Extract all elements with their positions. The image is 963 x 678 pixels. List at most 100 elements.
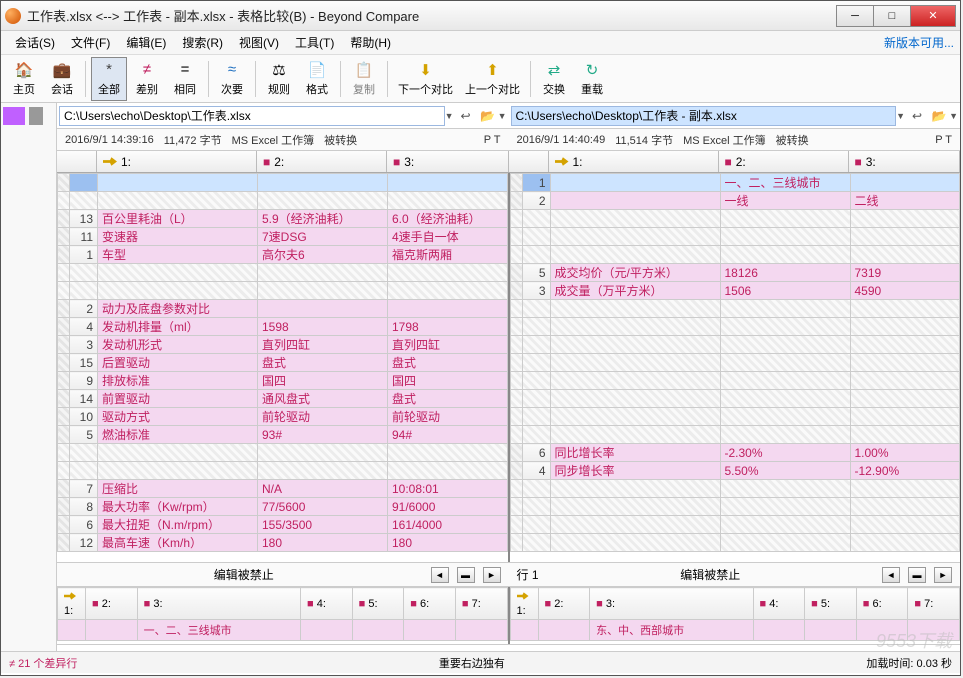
app-icon [5,8,21,24]
table-row[interactable]: 10驱动方式前轮驱动前轮驱动 [58,408,508,426]
table-row[interactable] [510,498,960,516]
prev-button[interactable]: ◄ [431,567,449,583]
swap-icon: ⇄ [545,61,563,79]
filter-minor-button[interactable]: ≈次要 [214,57,250,101]
table-row[interactable]: 3发动机形式直列四缸直列四缸 [58,336,508,354]
swap-label: 交换 [543,81,565,97]
center-button[interactable]: ▬ [908,567,926,583]
separator [208,61,209,97]
right-detail-pane[interactable]: 1:■ 2:■ 3:■ 4:■ 5:■ 6:■ 7:东、中、西部城市 [508,587,961,644]
center-button[interactable]: ▬ [457,567,475,583]
table-row[interactable] [58,192,508,210]
right-grid-pane[interactable]: 1一、二、三线城市2一线二线 5成交均价（元/平方米）1812673193成交量（… [508,173,961,562]
table-row[interactable] [58,282,508,300]
menu-view[interactable]: 视图(V) [231,32,287,53]
key-icon [555,155,569,169]
home-button[interactable]: 🏠主页 [6,57,42,101]
right-path-input[interactable] [511,106,897,126]
left-detail-pane[interactable]: 1:■ 2:■ 3:■ 4:■ 5:■ 6:■ 7:一、二、三线城市 [57,587,508,644]
status-bar: ≠ 21 个差异行 重要右边独有 加载时间: 0.03 秒 [1,651,960,673]
table-row[interactable]: 9排放标准国四国四 [58,372,508,390]
copy-button[interactable]: 📋复制 [346,57,382,101]
format-button[interactable]: 📄格式 [299,57,335,101]
equal-icon: = [176,61,194,79]
tab-marker-icon[interactable] [29,107,43,125]
table-row[interactable] [58,174,508,192]
filter-same-button[interactable]: =相同 [167,57,203,101]
menu-file[interactable]: 文件(F) [63,32,118,53]
filter-diff-button[interactable]: ≠差别 [129,57,165,101]
column-header[interactable]: ■ 3: [387,151,509,172]
table-row[interactable] [58,264,508,282]
table-row[interactable]: 12最高车速（Km/h）180180 [58,534,508,552]
menu-session[interactable]: 会话(S) [7,32,63,53]
next-button[interactable]: ► [934,567,952,583]
table-row[interactable] [510,318,960,336]
table-row[interactable] [510,516,960,534]
table-row[interactable]: 5成交均价（元/平方米）181267319 [510,264,960,282]
filter-all-button[interactable]: *全部 [91,57,127,101]
table-row[interactable]: 4同步增长率5.50%-12.90% [510,462,960,480]
menu-edit[interactable]: 编辑(E) [118,32,174,53]
session-label: 会话 [51,81,73,97]
table-row[interactable]: 1车型高尔夫6福克斯两厢 [58,246,508,264]
close-button[interactable]: ✕ [910,5,956,27]
prev-button[interactable]: ◄ [882,567,900,583]
minimize-button[interactable]: ─ [836,5,874,27]
table-row[interactable] [510,246,960,264]
table-row[interactable]: 4发动机排量（ml）15981798 [58,318,508,336]
rules-button[interactable]: ⚖规则 [261,57,297,101]
table-row[interactable]: 6最大扭矩（N.m/rpm）155/3500161/4000 [58,516,508,534]
swap-button[interactable]: ⇄ 交换 [536,57,572,101]
history-icon[interactable]: ↩ [907,106,927,126]
session-button[interactable]: 💼会话 [44,57,80,101]
table-row[interactable] [510,534,960,552]
next-diff-button[interactable]: ⬇下一个对比 [393,57,458,101]
table-row[interactable] [510,228,960,246]
table-row[interactable]: 14前置驱动通风盘式盘式 [58,390,508,408]
column-header[interactable]: ■ 2: [257,151,387,172]
folder-open-icon[interactable]: 📂 [929,106,949,126]
maximize-button[interactable]: □ [873,5,911,27]
table-row[interactable]: 8最大功率（Kw/rpm）77/560091/6000 [58,498,508,516]
table-row[interactable]: 6同比增长率-2.30%1.00% [510,444,960,462]
table-row[interactable] [510,354,960,372]
table-row[interactable] [510,408,960,426]
column-header[interactable]: ■ 3: [849,151,961,172]
table-row[interactable] [510,390,960,408]
table-row[interactable] [58,444,508,462]
table-row[interactable]: 2一线二线 [510,192,960,210]
column-header[interactable]: ■ 2: [719,151,849,172]
table-row[interactable]: 2动力及底盘参数对比 [58,300,508,318]
column-header[interactable]: 1: [97,151,257,172]
left-grid-pane[interactable]: 13百公里耗油（L）5.9（经济油耗）6.0（经济油耗）11变速器7速DSG4速… [57,173,508,562]
menu-search[interactable]: 搜索(R) [174,32,231,53]
table-row[interactable] [58,462,508,480]
table-row[interactable]: 7压缩比N/A10:08:01 [58,480,508,498]
table-row[interactable]: 5燃油标准93#94# [58,426,508,444]
column-header[interactable]: 1: [549,151,719,172]
table-row[interactable]: 13百公里耗油（L）5.9（经济油耗）6.0（经济油耗） [58,210,508,228]
reload-button[interactable]: ↻重载 [574,57,610,101]
folder-open-icon[interactable]: 📂 [478,106,498,126]
table-row[interactable] [510,210,960,228]
prev-diff-button[interactable]: ⬆上一个对比 [460,57,525,101]
history-icon[interactable]: ↩ [456,106,476,126]
table-row[interactable]: 15后置驱动盘式盘式 [58,354,508,372]
update-link[interactable]: 新版本可用... [884,34,954,51]
tab-marker-icon[interactable] [3,107,25,125]
table-row[interactable] [510,426,960,444]
menu-help[interactable]: 帮助(H) [342,32,399,53]
menu-tools[interactable]: 工具(T) [287,32,342,53]
right-line-indicator: 行 1 [517,566,539,583]
table-row[interactable] [510,336,960,354]
table-row[interactable] [510,480,960,498]
table-row[interactable] [510,372,960,390]
table-row[interactable] [510,300,960,318]
down-arrow-icon: ⬇ [417,61,435,79]
table-row[interactable]: 1一、二、三线城市 [510,174,960,192]
table-row[interactable]: 3成交量（万平方米）15064590 [510,282,960,300]
next-button[interactable]: ► [483,567,501,583]
table-row[interactable]: 11变速器7速DSG4速手自一体 [58,228,508,246]
left-path-input[interactable] [59,106,445,126]
